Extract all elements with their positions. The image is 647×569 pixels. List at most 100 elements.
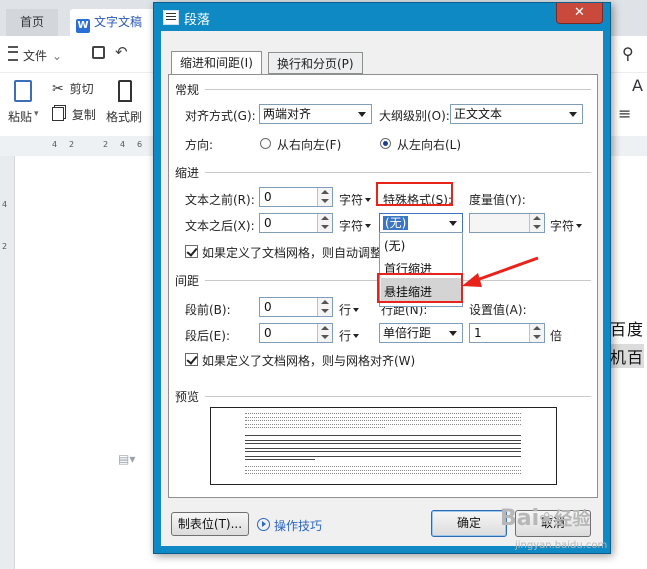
tab-home[interactable]: 首页 (6, 9, 58, 36)
spacing-grid-label[interactable]: 如果定义了文档网格，则与网格对齐(W) (202, 352, 415, 369)
measure-unit[interactable]: 字符 (550, 217, 583, 234)
indent-before-spinner[interactable]: 0 (259, 187, 333, 207)
preview-text-line (245, 420, 521, 425)
file-menu[interactable]: 文件 ⌄ (8, 46, 62, 64)
dialog-titlebar[interactable]: 段落 ✕ (154, 3, 610, 31)
paragraph-dialog: 段落 ✕ 缩进和间距(I) 换行和分页(P) 常规 对齐方式(G): 两端对齐 … (153, 2, 611, 554)
paragraph-icon (163, 10, 179, 25)
cut-button[interactable]: ✂ 剪切 (52, 80, 94, 97)
format-painter-button[interactable]: 格式刷 (106, 78, 146, 128)
setting-spinner[interactable]: 1 (469, 323, 545, 343)
indent-after-unit[interactable]: 字符 (339, 217, 372, 234)
section-general: 常规 (175, 83, 200, 97)
ruler-mark: 6 (137, 140, 143, 149)
spin-down-icon[interactable] (321, 309, 329, 313)
spin-up-icon[interactable] (533, 216, 541, 220)
spin-down-icon[interactable] (533, 335, 541, 339)
ruler-mark: 4 (52, 140, 58, 149)
section-indent: 缩进 (175, 166, 200, 180)
tips-link[interactable]: 操作技巧 (274, 517, 322, 534)
indent-grid-label[interactable]: 如果定义了文档网格，则自动调整 (202, 244, 382, 261)
section-divider (205, 396, 591, 397)
tab-line-page-breaks[interactable]: 换行和分页(P) (268, 52, 363, 74)
space-before-label: 段前(B): (185, 303, 231, 317)
save-icon[interactable] (92, 46, 105, 59)
preview-text-line (245, 466, 521, 471)
setting-value: 1 (474, 326, 482, 340)
rtl-radio[interactable] (260, 138, 271, 149)
spin-up-icon[interactable] (321, 326, 329, 330)
paste-button[interactable]: 粘贴 ▾ (8, 78, 42, 128)
line-spacing-icon[interactable]: ≡ (618, 104, 631, 123)
indent-after-label: 文本之后(X): (185, 219, 255, 233)
space-after-spinner[interactable]: 0 (259, 323, 333, 343)
rtl-label[interactable]: 从右向左(F) (277, 136, 341, 153)
document-text-line: 百度 (610, 320, 645, 339)
measure-spinner[interactable] (469, 213, 545, 233)
indent-before-unit[interactable]: 字符 (339, 191, 372, 208)
spin-up-icon[interactable] (321, 216, 329, 220)
special-format-value: (无) (383, 216, 409, 230)
vertical-ruler (0, 156, 15, 569)
align-select[interactable]: 两端对齐 (259, 104, 372, 124)
copy-label: 复制 (71, 108, 96, 122)
ruler-mark: 2 (2, 242, 8, 251)
watermark-url: jingyan.baidu.com (515, 540, 608, 551)
spacing-grid-checkbox[interactable] (185, 353, 198, 366)
paste-label: 粘贴 (8, 110, 33, 124)
play-icon[interactable] (257, 518, 270, 531)
space-before-value: 0 (264, 300, 272, 314)
section-preview: 预览 (175, 390, 200, 404)
section-divider (205, 89, 591, 90)
spin-down-icon[interactable] (321, 199, 329, 203)
space-after-unit[interactable]: 行 (339, 327, 360, 344)
outline-select[interactable]: 正文文本 (450, 104, 583, 124)
direction-label: 方向: (185, 138, 214, 152)
align-value: 两端对齐 (263, 107, 312, 121)
tab-document[interactable]: W 文字文稿 (70, 9, 160, 36)
space-after-value: 0 (264, 326, 272, 340)
spin-down-icon[interactable] (321, 335, 329, 339)
ltr-label[interactable]: 从左向右(L) (397, 136, 461, 153)
chevron-down-icon: ▾ (34, 109, 39, 119)
ok-button[interactable]: 确定 (431, 510, 507, 537)
copy-button[interactable]: 复制 (52, 106, 96, 123)
ruler-mark: 2 (103, 140, 109, 149)
preview-text-line (245, 459, 315, 463)
spin-up-icon[interactable] (533, 326, 541, 330)
format-painter-label: 格式刷 (106, 110, 143, 124)
section-spacing: 间距 (175, 274, 200, 288)
document-text-line: 机百 (610, 344, 645, 368)
tabs-button[interactable]: 制表位(T)... (171, 512, 249, 536)
font-color-icon[interactable]: A (632, 76, 643, 95)
close-button[interactable]: ✕ (556, 3, 603, 24)
dropdown-option-none[interactable]: (无) (384, 237, 405, 254)
chevron-down-icon (358, 112, 366, 117)
undo-icon[interactable]: ↶ (115, 43, 128, 61)
space-before-unit[interactable]: 行 (339, 301, 360, 318)
setting-unit: 倍 (550, 329, 563, 343)
special-format-highlight (376, 182, 453, 206)
search-icon[interactable]: ⚲ (622, 44, 642, 63)
outline-value: 正文文本 (454, 107, 503, 121)
chevron-down-icon (449, 221, 457, 226)
line-spacing-select[interactable]: 单倍行距 (379, 323, 463, 343)
baidu-watermark: Bai❀经验 (500, 506, 591, 531)
copy-icon (52, 107, 64, 121)
special-format-select[interactable]: (无) (379, 213, 463, 233)
preview-text-line (245, 413, 521, 418)
spin-up-icon[interactable] (321, 190, 329, 194)
cut-label: 剪切 (69, 82, 94, 96)
preview-text-line (245, 435, 521, 441)
ltr-radio[interactable] (380, 138, 391, 149)
indent-after-value: 0 (264, 216, 272, 230)
indent-grid-checkbox[interactable] (185, 245, 198, 258)
hamburger-icon (8, 46, 18, 61)
line-spacing-value: 单倍行距 (383, 326, 432, 340)
space-before-spinner[interactable]: 0 (259, 297, 333, 317)
tab-indent-spacing[interactable]: 缩进和间距(I) (171, 51, 262, 75)
indent-after-spinner[interactable]: 0 (259, 213, 333, 233)
spin-down-icon[interactable] (321, 225, 329, 229)
spin-down-icon[interactable] (533, 225, 541, 229)
spin-up-icon[interactable] (321, 300, 329, 304)
